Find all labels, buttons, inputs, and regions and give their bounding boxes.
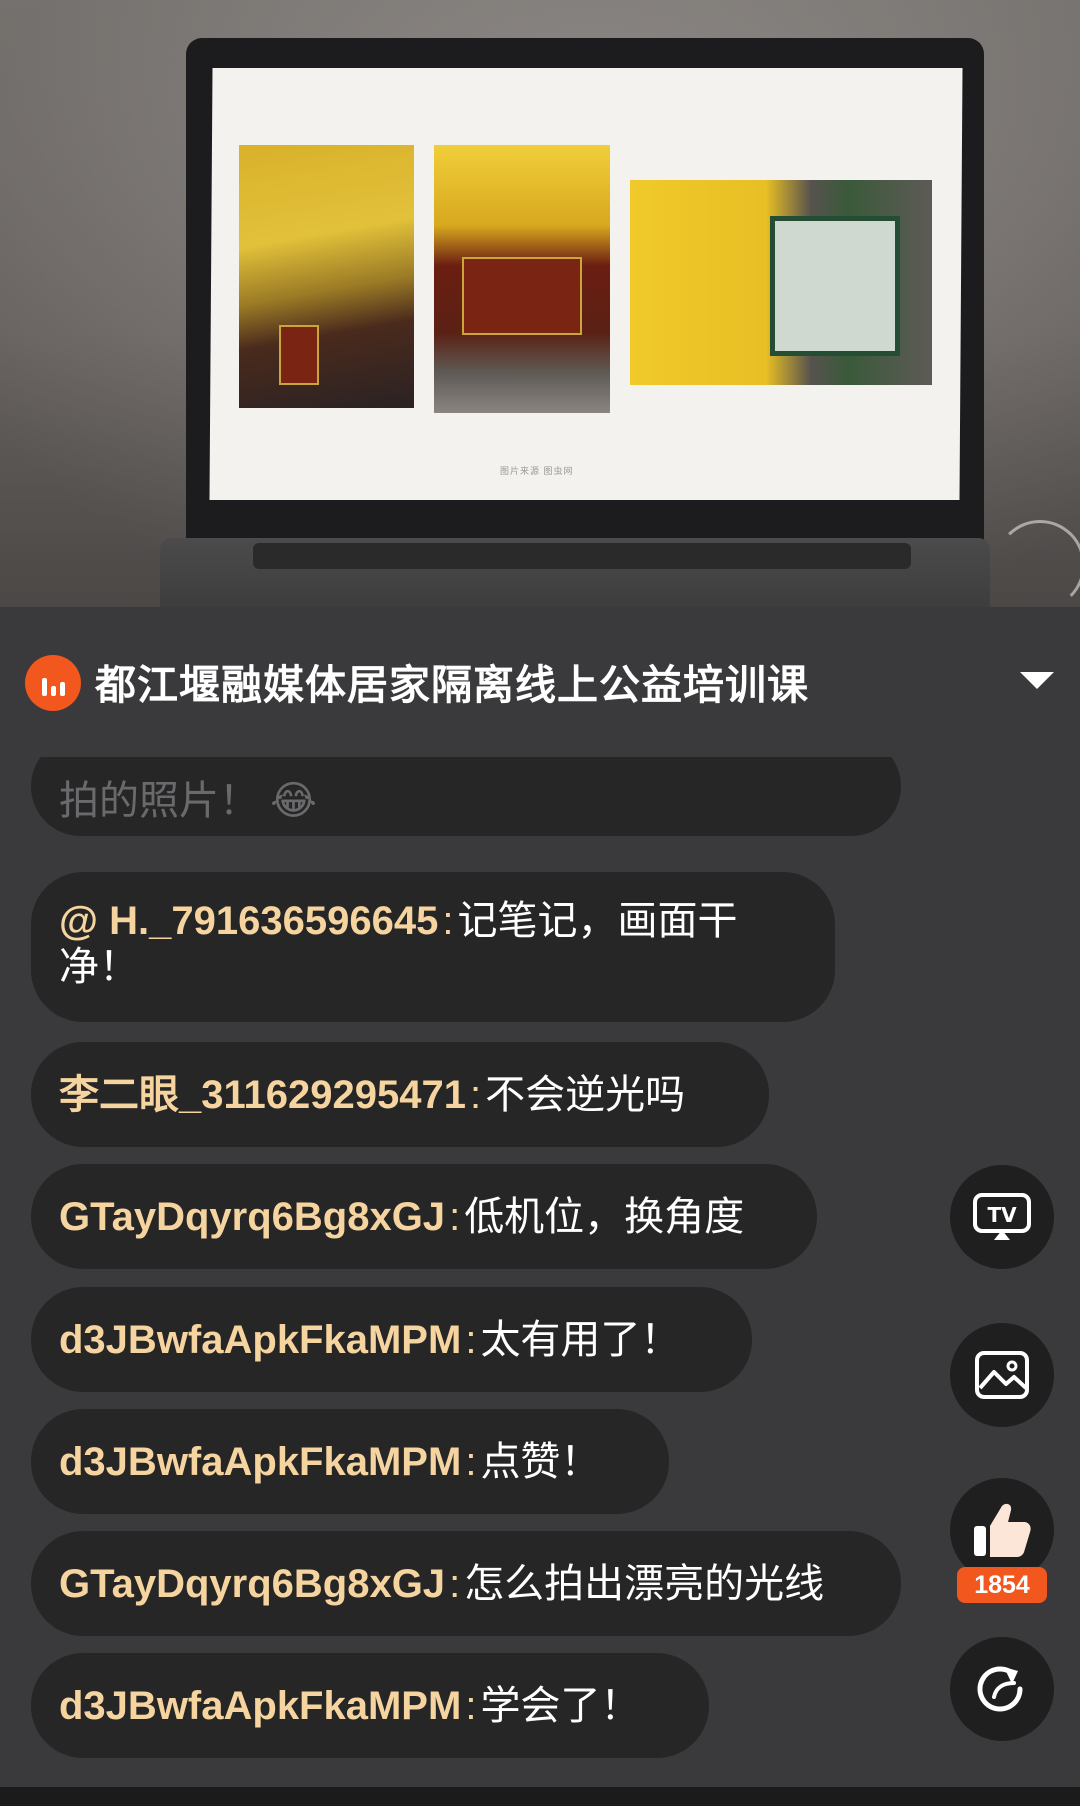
live-room-title: 都江堰融媒体居家隔离线上公益培训课 [95, 662, 809, 708]
comment-bubble: GTayDqyrq6Bg8xGJ: 低机位，换角度 [31, 1164, 817, 1269]
comment-list[interactable]: 拍的照片！ 😂 @ H._791636596645: 记笔记，画面干净！ 李二眼_… [0, 757, 1080, 1787]
comment-username[interactable]: 李二眼_311629295471 [59, 1072, 466, 1118]
bottom-edge [0, 1787, 1080, 1806]
comment-text: 低机位，换角度 [464, 1194, 745, 1239]
comment-username[interactable]: d3JBwfaApkFkaMPM [59, 1683, 461, 1729]
comment-separator: : [442, 899, 454, 943]
comment-bubble: d3JBwfaApkFkaMPM: 学会了！ [31, 1653, 709, 1758]
comment-username[interactable]: @ H._791636596645 [59, 899, 438, 943]
comment-username[interactable]: GTayDqyrq6Bg8xGJ [59, 1194, 445, 1240]
comment-bubble: d3JBwfaApkFkaMPM: 点赞！ [31, 1409, 669, 1514]
comment-text: 不会逆光吗 [485, 1072, 686, 1117]
comment-bubble: GTayDqyrq6Bg8xGJ: 怎么拍出漂亮的光线 [31, 1531, 901, 1636]
ginkgo-photo-2 [434, 145, 610, 413]
triangle-down-icon[interactable] [1020, 672, 1054, 689]
comment-bubble: @ H._791636596645: 记笔记，画面干净！ [31, 872, 835, 1022]
image-button[interactable] [950, 1323, 1054, 1427]
comment-bubble: 拍的照片！ 😂 [31, 757, 901, 836]
comment-separator: : [465, 1317, 477, 1362]
comment-separator: : [465, 1683, 477, 1728]
live-bar [50, 686, 56, 696]
comment-text: 学会了！ [480, 1683, 641, 1728]
tv-cast-icon: TV [973, 1193, 1031, 1240]
red-door-detail [462, 257, 582, 335]
green-window-detail [770, 216, 900, 356]
like-count-badge: 1854 [957, 1567, 1047, 1603]
comment-separator: : [470, 1072, 482, 1117]
live-bars-icon [25, 655, 81, 711]
photo-source-caption: 图片来源 图虫网 [500, 466, 574, 476]
live-bar [41, 678, 47, 696]
temple-roof-detail [279, 325, 319, 385]
comment-separator: : [449, 1194, 461, 1239]
comment-username[interactable]: d3JBwfaApkFkaMPM [59, 1317, 461, 1363]
comment-username[interactable]: GTayDqyrq6Bg8xGJ [59, 1561, 445, 1607]
comment-bubble: 李二眼_311629295471: 不会逆光吗 [31, 1042, 769, 1147]
thumbs-up-icon [974, 1503, 1031, 1557]
svg-text:TV: TV [987, 1203, 1017, 1227]
tv-cast-button[interactable]: TV [950, 1165, 1054, 1269]
cable [995, 520, 1080, 607]
comment-text: 怎么拍出漂亮的光线 [464, 1561, 825, 1606]
comment-text: 拍的照片！ 😂 [59, 779, 317, 823]
share-button[interactable] [950, 1637, 1054, 1741]
comment-separator: : [449, 1561, 461, 1606]
laptop-hinge [253, 543, 911, 569]
comment-username[interactable]: d3JBwfaApkFkaMPM [59, 1439, 461, 1485]
live-video-frame[interactable]: 图片来源 图虫网 [0, 0, 1080, 607]
comment-text: 太有用了！ [480, 1317, 681, 1362]
live-bar [59, 682, 65, 696]
ginkgo-photo-3 [630, 180, 932, 385]
image-icon [975, 1351, 1029, 1399]
ginkgo-photo-1 [239, 145, 414, 408]
comment-separator: : [465, 1439, 477, 1484]
comment-text: 点赞！ [480, 1439, 601, 1484]
share-arrow-icon [977, 1666, 1023, 1712]
comment-bubble: d3JBwfaApkFkaMPM: 太有用了！ [31, 1287, 752, 1392]
